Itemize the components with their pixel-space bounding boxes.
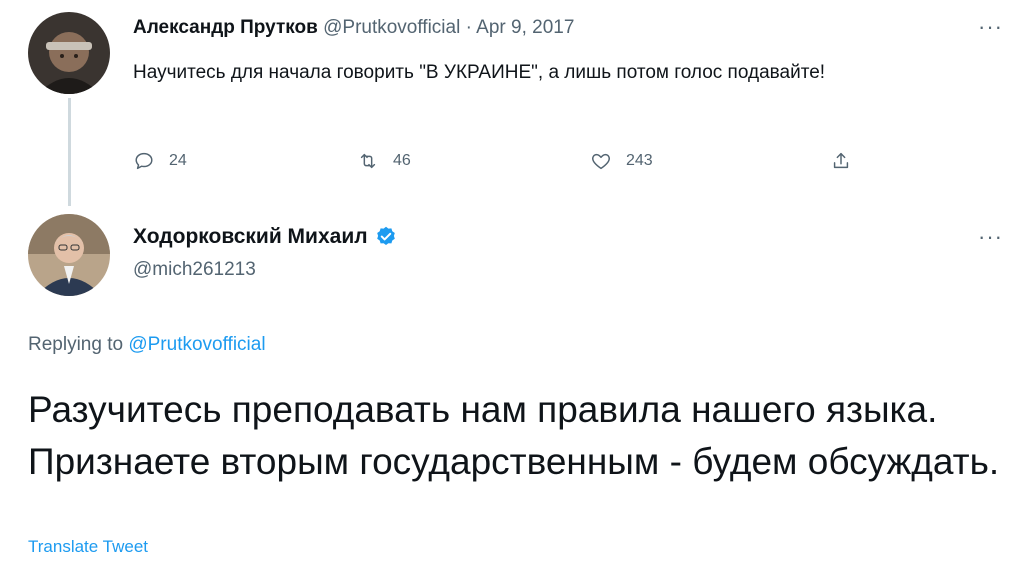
replying-prefix: Replying to [28, 334, 124, 355]
share-button[interactable] [830, 150, 852, 172]
replying-to: Replying to @Prutkovofficial [28, 334, 266, 356]
tweet-date[interactable]: Apr 9, 2017 [476, 17, 574, 38]
replying-handle-link[interactable]: @Prutkovofficial [128, 334, 265, 355]
author-handle[interactable]: @Prutkovofficial [323, 17, 460, 38]
separator-dot: · [465, 17, 472, 38]
reply-icon [135, 152, 153, 170]
author-name[interactable]: Ходорковский Михаил [133, 225, 368, 249]
avatar-image [28, 12, 110, 94]
tweet2-author[interactable]: Ходорковский Михаил [133, 225, 398, 249]
avatar-image [28, 214, 110, 296]
retweet-icon [360, 153, 376, 169]
reply-button[interactable]: 24 [133, 150, 187, 172]
retweet-button[interactable]: 46 [357, 150, 411, 172]
thread-connector-line [68, 98, 71, 206]
tweet1-header: Александр Прутков @Prutkovofficial · Apr… [133, 17, 574, 39]
tweet2-text: Разучитесь преподавать нам правила нашег… [28, 389, 1000, 482]
like-icon [592, 153, 610, 170]
avatar-khodorkovsky[interactable] [28, 214, 110, 296]
like-button[interactable]: 243 [590, 150, 653, 172]
verified-badge-icon [376, 226, 395, 245]
author-name[interactable]: Александр Прутков [133, 17, 318, 38]
translate-tweet-link[interactable]: Translate Tweet [28, 537, 148, 557]
reply-count: 24 [169, 152, 187, 169]
more-icon[interactable]: ··· [978, 16, 1003, 38]
share-icon [833, 152, 849, 169]
avatar-prutkov[interactable] [28, 12, 110, 94]
more-icon[interactable]: ··· [978, 226, 1003, 248]
author-handle[interactable]: @mich261213 [133, 259, 256, 281]
like-count: 243 [626, 152, 653, 169]
tweet1-text: Научитесь для начала говорить "В УКРАИНЕ… [133, 62, 826, 83]
retweet-count: 46 [393, 152, 411, 169]
